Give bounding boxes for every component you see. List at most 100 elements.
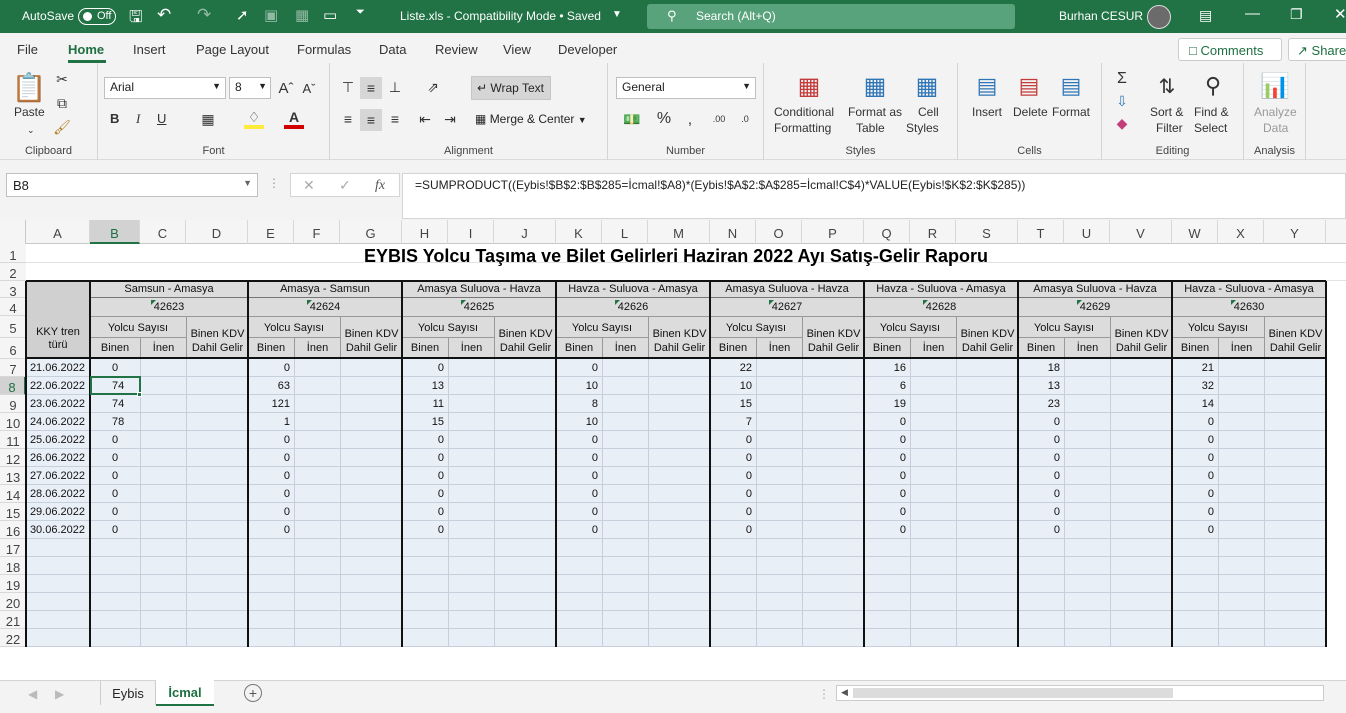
sort-filter-label[interactable]: Filter — [1156, 121, 1183, 136]
column-header-W[interactable]: W — [1172, 220, 1218, 244]
formula-input[interactable]: =SUMPRODUCT((Eybis!$B$2:$B$285=İcmal!$A8… — [402, 173, 1346, 219]
tab-view[interactable]: View — [503, 42, 531, 57]
conditional-formatting-icon[interactable]: ▦ — [794, 71, 824, 101]
row-header-17[interactable]: 17 — [0, 539, 26, 557]
align-right-icon[interactable]: ≡ — [385, 109, 405, 129]
delete-cells-button[interactable]: Delete — [1013, 105, 1048, 120]
decrease-indent-icon[interactable]: ⇤ — [415, 109, 435, 129]
column-header-N[interactable]: N — [710, 220, 756, 244]
autosave-toggle[interactable]: Off — [78, 8, 116, 25]
row-header-13[interactable]: 13 — [0, 467, 26, 485]
orientation-icon[interactable]: ⇗ — [420, 77, 446, 97]
column-header-X[interactable]: X — [1218, 220, 1264, 244]
row-header-10[interactable]: 10 — [0, 413, 26, 431]
enter-icon[interactable]: ✓ — [339, 177, 351, 194]
tab-file[interactable]: File — [17, 42, 38, 57]
cut-icon[interactable]: ✂ — [52, 69, 72, 89]
column-header-J[interactable]: J — [494, 220, 556, 244]
align-center-icon[interactable]: ≡ — [360, 109, 382, 131]
user-name[interactable]: Burhan CESUR — [1059, 9, 1143, 23]
row-header-21[interactable]: 21 — [0, 611, 26, 629]
align-left-icon[interactable]: ≡ — [338, 109, 358, 129]
delete-cells-icon[interactable]: ▤ — [1014, 71, 1044, 101]
column-header-P[interactable]: P — [802, 220, 864, 244]
column-header-F[interactable]: F — [294, 220, 340, 244]
align-middle-icon[interactable]: ≡ — [360, 77, 382, 99]
find-select-button[interactable]: Find & — [1194, 105, 1229, 120]
row-header-6[interactable]: 6 — [0, 338, 26, 359]
avatar[interactable] — [1147, 5, 1171, 29]
font-size-select[interactable]: 8 ▼ — [229, 77, 271, 99]
redo-icon[interactable]: ↷ — [197, 5, 211, 25]
conditional-formatting-button[interactable]: Conditional — [774, 105, 834, 120]
fill-color-icon[interactable]: ♢ — [244, 109, 264, 129]
format-as-table-label[interactable]: Table — [856, 121, 885, 136]
name-box[interactable]: B8 ▼ — [6, 173, 258, 197]
search-box[interactable]: ⚲ Search (Alt+Q) — [647, 4, 1015, 29]
row-header-2[interactable]: 2 — [0, 263, 26, 281]
document-title[interactable]: Liste.xls - Compatibility Mode • Saved — [400, 9, 601, 23]
wrap-text-button[interactable]: ↵ Wrap Text — [471, 76, 551, 100]
align-top-icon[interactable]: ⊤ — [338, 77, 358, 97]
row-header-19[interactable]: 19 — [0, 575, 26, 593]
column-header-K[interactable]: K — [556, 220, 602, 244]
format-as-table-button[interactable]: Format as — [848, 105, 902, 120]
row-header-1[interactable]: 1 — [0, 244, 26, 263]
merge-center-button[interactable]: ▦ Merge & Center ▼ — [471, 109, 599, 131]
tab-formulas[interactable]: Formulas — [297, 42, 351, 57]
row-header-18[interactable]: 18 — [0, 557, 26, 575]
increase-indent-icon[interactable]: ⇥ — [440, 109, 460, 129]
row-header-11[interactable]: 11 — [0, 431, 26, 449]
format-painter-icon[interactable]: 🖌 — [52, 117, 72, 137]
column-header-C[interactable]: C — [140, 220, 186, 244]
column-header-S[interactable]: S — [956, 220, 1018, 244]
customize-icon[interactable]: ⏷ — [356, 6, 365, 19]
column-header-Y[interactable]: Y — [1264, 220, 1326, 244]
tab-data[interactable]: Data — [379, 42, 406, 57]
row-header-15[interactable]: 15 — [0, 503, 26, 521]
share-button[interactable]: ↗ Share — [1288, 38, 1346, 61]
insert-cells-icon[interactable]: ▤ — [972, 71, 1002, 101]
select-all-corner[interactable] — [0, 220, 26, 244]
column-header-V[interactable]: V — [1110, 220, 1172, 244]
pointer-icon[interactable]: ➚ — [236, 6, 249, 24]
increase-font-icon[interactable]: Aˆ — [276, 77, 296, 99]
analyze-data-label[interactable]: Data — [1263, 121, 1288, 136]
column-header-T[interactable]: T — [1018, 220, 1064, 244]
horizontal-scrollbar[interactable]: ◀ — [836, 685, 1324, 701]
comma-icon[interactable]: , — [680, 109, 700, 129]
column-header-U[interactable]: U — [1064, 220, 1110, 244]
borders-icon[interactable]: ▦ — [198, 109, 218, 129]
column-header-B[interactable]: B — [90, 220, 140, 244]
scroll-left-icon[interactable]: ◀ — [841, 687, 848, 698]
cell-styles-button[interactable]: Cell — [918, 105, 939, 120]
paste-button[interactable]: Paste — [14, 105, 45, 120]
column-header-L[interactable]: L — [602, 220, 648, 244]
table-icon[interactable]: ▦ — [295, 6, 309, 24]
find-select-label[interactable]: Select — [1194, 121, 1227, 136]
column-header-I[interactable]: I — [448, 220, 494, 244]
column-header-A[interactable]: A — [26, 220, 90, 244]
column-header-M[interactable]: M — [648, 220, 710, 244]
ribbon-display-icon[interactable]: ▤ — [1199, 7, 1212, 24]
prev-sheet-icon[interactable]: ◀ — [28, 687, 37, 701]
accounting-icon[interactable]: 💵 — [618, 109, 646, 129]
find-select-icon[interactable]: ⚲ — [1198, 71, 1228, 101]
cell-styles-icon[interactable]: ▦ — [912, 71, 942, 101]
scrollbar-thumb[interactable] — [853, 688, 1173, 698]
row-header-8[interactable]: 8 — [0, 377, 26, 395]
column-header-Q[interactable]: Q — [864, 220, 910, 244]
autosum-icon[interactable]: Σ — [1112, 69, 1132, 89]
fill-icon[interactable]: ⇩ — [1112, 91, 1132, 111]
row-header-9[interactable]: 9 — [0, 395, 26, 413]
column-header-E[interactable]: E — [248, 220, 294, 244]
close-icon[interactable]: ✕ — [1334, 5, 1346, 23]
comments-button[interactable]: □ Comments — [1178, 38, 1282, 61]
column-header-G[interactable]: G — [340, 220, 402, 244]
spreadsheet-grid[interactable]: ABCDEFGHIJKLMNOPQRSTUVWXY 1 2 3 4 5 6 7 8 9 10 11 1… — [0, 220, 1346, 680]
format-cells-icon[interactable]: ▤ — [1056, 71, 1086, 101]
tab-home[interactable]: Home — [68, 42, 104, 57]
insert-cells-button[interactable]: Insert — [972, 105, 1002, 120]
insert-function-icon[interactable]: fx — [375, 178, 385, 194]
sort-filter-icon[interactable]: ⇅ — [1152, 71, 1182, 101]
